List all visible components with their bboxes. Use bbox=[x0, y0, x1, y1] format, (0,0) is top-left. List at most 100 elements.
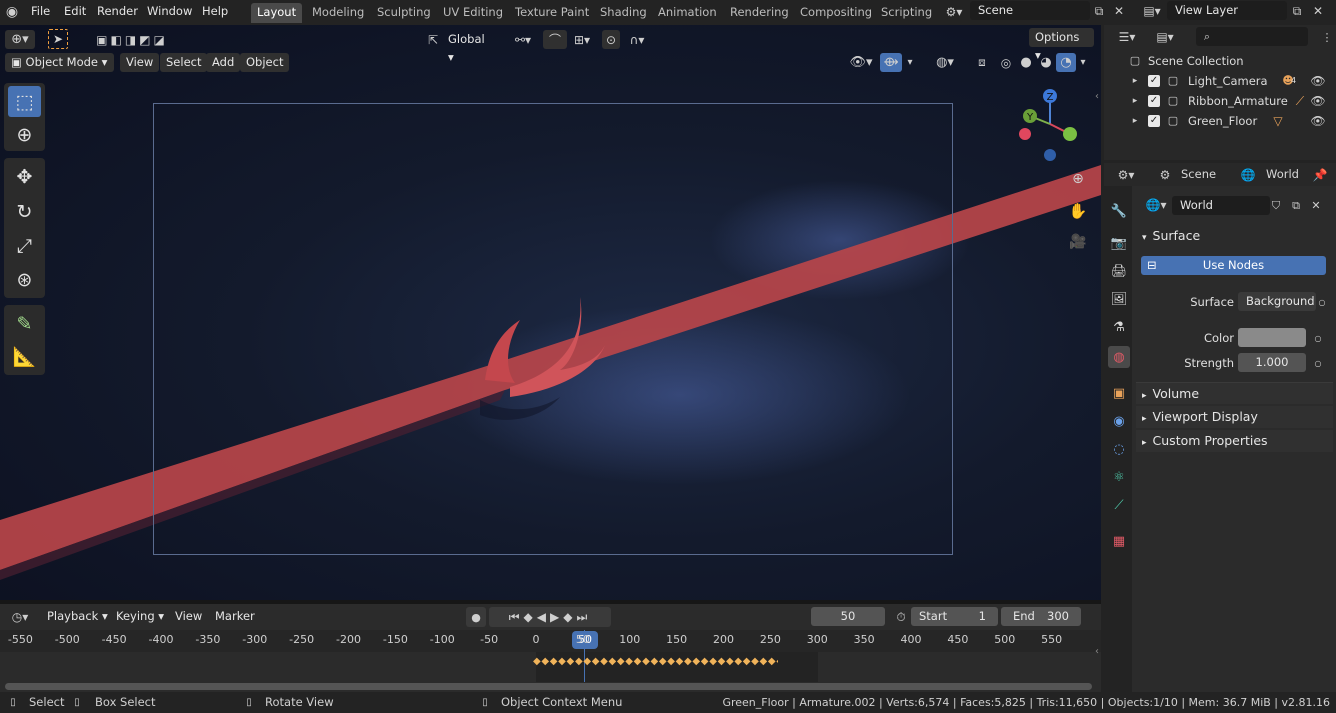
tab-layout[interactable]: Layout bbox=[251, 3, 303, 23]
gizmo-neg-z-axis[interactable] bbox=[1044, 149, 1056, 161]
breadcrumb-scene[interactable]: Scene bbox=[1181, 167, 1216, 181]
breadcrumb-world[interactable]: World bbox=[1266, 167, 1299, 181]
mode-dropdown[interactable]: ▣ Object Mode ▾ bbox=[5, 53, 114, 72]
viewport-menu-add[interactable]: Add bbox=[206, 53, 241, 72]
selection-mode-icons[interactable]: ▣◧◨◩◪ bbox=[84, 30, 180, 49]
world-browse-icon[interactable]: 🌐▾ bbox=[1142, 196, 1170, 214]
timeline-menu-playback[interactable]: Playback ▾ bbox=[42, 607, 113, 627]
socket-dot-icon[interactable]: ○ bbox=[1312, 330, 1324, 346]
expand-icon[interactable]: ▸ bbox=[1130, 73, 1140, 89]
surface-panel-header[interactable]: ▾ Surface bbox=[1136, 225, 1333, 247]
menu-render[interactable]: Render bbox=[97, 4, 138, 18]
wireframe-shading-icon[interactable]: ◎ bbox=[996, 53, 1016, 72]
move-tool-icon[interactable]: ✥ bbox=[8, 161, 41, 192]
scene-name-field[interactable]: Scene bbox=[970, 1, 1090, 20]
texture-tab-icon[interactable]: ▦ bbox=[1108, 530, 1130, 552]
tab-scripting[interactable]: Scripting bbox=[875, 3, 938, 23]
navigation-gizmo[interactable]: Z Y bbox=[1012, 87, 1092, 167]
display-mode-icon[interactable]: ▤▾ bbox=[1150, 28, 1180, 46]
select-tool-icon[interactable]: ➤ bbox=[48, 29, 68, 49]
new-scene-icon[interactable]: ⧉ bbox=[1091, 3, 1107, 19]
tab-sculpting[interactable]: Sculpting bbox=[371, 3, 437, 23]
scene-collection-row[interactable]: ▢ Scene Collection bbox=[1104, 51, 1336, 71]
gizmo-dropdown-icon[interactable]: ▾ bbox=[903, 53, 917, 72]
menu-help[interactable]: Help bbox=[202, 4, 228, 18]
orientation-dropdown[interactable]: Global ▾ bbox=[442, 30, 500, 64]
rendered-shading-icon[interactable]: ◔ bbox=[1056, 53, 1076, 72]
timeline-sidebar-toggle-icon[interactable]: ‹ bbox=[1092, 644, 1102, 658]
solid-shading-icon[interactable]: ● bbox=[1016, 53, 1036, 72]
zoom-icon[interactable]: ⊕ bbox=[1068, 169, 1088, 189]
preview-range-icon[interactable]: ⏱ bbox=[892, 607, 910, 627]
viewport-menu-object[interactable]: Object bbox=[240, 53, 290, 72]
viewport-menu-view[interactable]: View bbox=[120, 53, 160, 72]
gizmo-x-axis[interactable] bbox=[1063, 127, 1077, 141]
pan-hand-icon[interactable]: ✋ bbox=[1068, 201, 1088, 221]
viewport-display-panel-header[interactable]: ▸ Viewport Display bbox=[1136, 406, 1333, 428]
timeline-menu-view[interactable]: View bbox=[170, 607, 207, 627]
rotate-tool-icon[interactable]: ↻ bbox=[8, 196, 41, 227]
exclude-checkbox[interactable]: ✓ bbox=[1148, 95, 1160, 107]
camera-view-icon[interactable]: 🎥 bbox=[1068, 232, 1088, 252]
physics-tab-icon[interactable]: ⚛ bbox=[1108, 466, 1130, 488]
timeline-editor-type-icon[interactable]: ◷▾ bbox=[5, 607, 35, 627]
tab-rendering[interactable]: Rendering bbox=[724, 3, 795, 23]
delete-view-layer-icon[interactable]: ✕ bbox=[1310, 3, 1326, 19]
transform-tool-icon[interactable]: ⊛ bbox=[8, 264, 41, 295]
keyframes-summary[interactable]: ◆◆◆◆◆◆◆◆◆◆◆◆◆◆◆◆◆◆◆◆◆◆◆◆◆◆◆◆◆◆◆ bbox=[533, 656, 778, 668]
world-name-field[interactable]: World bbox=[1172, 196, 1270, 215]
exclude-checkbox[interactable]: ✓ bbox=[1148, 75, 1160, 87]
tab-uv-editing[interactable]: UV Editing bbox=[437, 3, 509, 23]
surface-shader-field[interactable]: Background bbox=[1238, 292, 1316, 311]
timeline-menu-marker[interactable]: Marker bbox=[210, 607, 260, 627]
outliner-row-green-floor[interactable]: ▸ ✓ ▢ Green_Floor ▽ 👁 bbox=[1104, 111, 1336, 131]
color-swatch[interactable] bbox=[1238, 328, 1306, 347]
menu-edit[interactable]: Edit bbox=[64, 4, 86, 18]
view-layer-field[interactable]: View Layer bbox=[1167, 1, 1287, 20]
socket-dot-icon[interactable]: ○ bbox=[1312, 355, 1324, 371]
visibility-eye-icon[interactable]: 👁 bbox=[1310, 73, 1326, 89]
gizmo-neg-x-axis[interactable] bbox=[1019, 128, 1031, 140]
select-box-tool-icon[interactable]: ⬚ bbox=[8, 86, 41, 117]
pivot-point-icon[interactable]: ⚯▾ bbox=[508, 30, 538, 49]
socket-dot-icon[interactable]: ○ bbox=[1316, 294, 1328, 310]
strength-field[interactable]: 1.000 bbox=[1238, 353, 1306, 372]
outliner-row-ribbon-armature[interactable]: ▸ ✓ ▢ Ribbon_Armature ⟋ 👁 bbox=[1104, 91, 1336, 111]
modifier-tab-icon[interactable]: ◉ bbox=[1108, 410, 1130, 432]
new-view-layer-icon[interactable]: ⧉ bbox=[1289, 3, 1305, 19]
menu-file[interactable]: File bbox=[31, 4, 50, 18]
filter-icon[interactable]: ⋮ bbox=[1320, 29, 1334, 45]
pin-icon[interactable]: 📌 bbox=[1312, 166, 1328, 184]
editor-type-icon[interactable]: ⊕▾ bbox=[5, 30, 35, 49]
visibility-icon[interactable]: 👁▾ bbox=[846, 53, 876, 72]
expand-icon[interactable]: ▸ bbox=[1130, 113, 1140, 129]
start-frame-field[interactable]: Start 1 bbox=[911, 607, 998, 626]
visibility-eye-icon[interactable]: 👁 bbox=[1310, 93, 1326, 109]
render-tab-icon[interactable]: 📷 bbox=[1108, 232, 1130, 254]
timeline[interactable]: ◷▾ Playback ▾ Keying ▾ View Marker ● ⏮◆◀… bbox=[0, 604, 1101, 692]
expand-icon[interactable]: ▸ bbox=[1130, 93, 1140, 109]
measure-tool-icon[interactable]: 📐 bbox=[8, 341, 41, 372]
scene-tab-icon[interactable]: ⚗ bbox=[1108, 316, 1130, 338]
current-frame-field[interactable]: 50 bbox=[811, 607, 885, 626]
timeline-menu-keying[interactable]: Keying ▾ bbox=[111, 607, 169, 627]
view-layer-tab-icon[interactable]: 🖼 bbox=[1108, 288, 1130, 310]
unlink-world-icon[interactable]: ✕ bbox=[1307, 196, 1325, 215]
tab-shading[interactable]: Shading bbox=[594, 3, 653, 23]
falloff-icon[interactable]: ∩▾ bbox=[622, 30, 652, 49]
overlays-icon[interactable]: ◍▾ bbox=[927, 53, 963, 72]
viewport-menu-select[interactable]: Select bbox=[160, 53, 208, 72]
volume-panel-header[interactable]: ▸ Volume bbox=[1136, 382, 1333, 404]
playback-controls[interactable]: ⏮◆◀▶◆⏭ bbox=[489, 607, 611, 627]
tab-compositing[interactable]: Compositing bbox=[794, 3, 878, 23]
gizmo-toggle-icon[interactable]: ⟴ bbox=[880, 53, 902, 72]
delete-scene-icon[interactable]: ✕ bbox=[1111, 3, 1127, 19]
proportional-edit-icon[interactable]: ⊙ bbox=[602, 30, 620, 49]
record-icon[interactable]: ● bbox=[466, 607, 486, 627]
tab-animation[interactable]: Animation bbox=[652, 3, 723, 23]
3d-viewport[interactable]: ⊕▾ ➤ ▣◧◨◩◪ ⇱ Global ▾ ⚯▾ ⌒ ⊞▾ ⊙ ∩▾ Optio… bbox=[0, 25, 1101, 600]
cursor-tool-icon[interactable]: ⊕ bbox=[8, 119, 41, 150]
shading-dropdown-icon[interactable]: ▾ bbox=[1076, 53, 1090, 72]
sidebar-toggle-icon[interactable]: ‹ bbox=[1092, 89, 1102, 103]
xray-icon[interactable]: ⧈ bbox=[972, 53, 992, 72]
